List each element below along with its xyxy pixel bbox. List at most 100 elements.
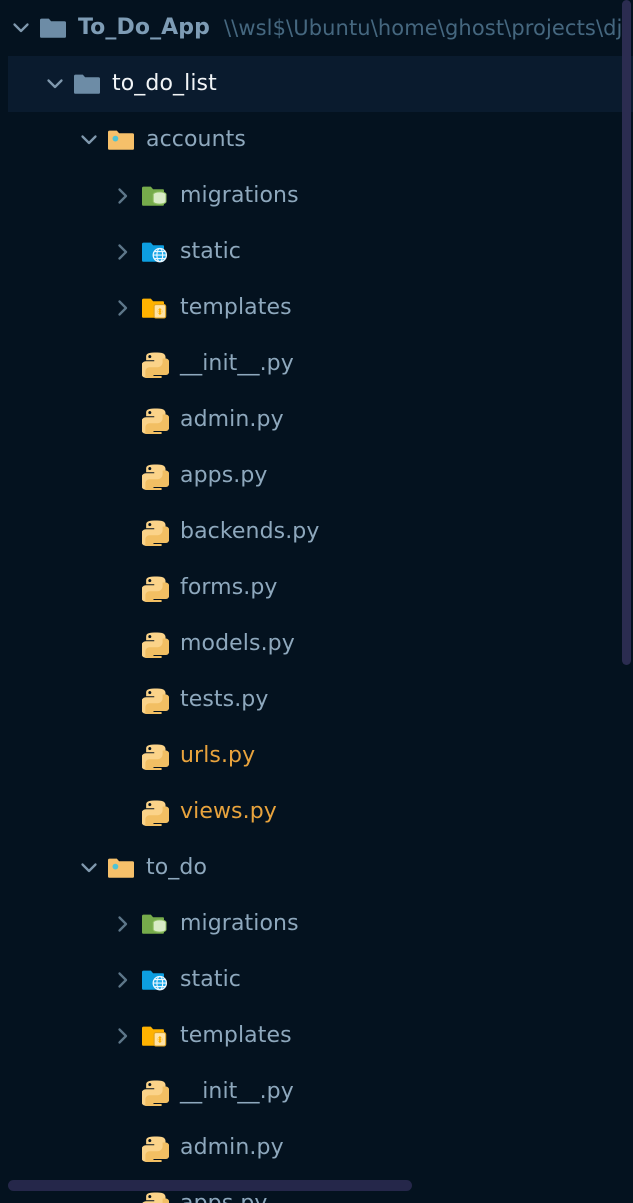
tree-row[interactable]: to_do_list: [0, 56, 633, 112]
tree-row-label: models.py: [180, 631, 295, 656]
project-tree[interactable]: To_Do_App \\wsl$\Ubuntu\home\ghost\projec…: [0, 0, 633, 1203]
tree-row-label: static: [180, 239, 242, 264]
chevron-right-icon[interactable]: [108, 168, 138, 224]
tree-row-label: to_do_list: [112, 71, 217, 96]
folder-module-icon: [70, 56, 104, 112]
chevron-down-icon[interactable]: [40, 56, 70, 112]
chevron-right-icon[interactable]: [108, 896, 138, 952]
chevron-right-icon: [118, 972, 128, 988]
tree-row-label: to_do: [146, 855, 208, 880]
chevron-right-icon: [118, 244, 128, 260]
tree-row[interactable]: static: [0, 224, 633, 280]
tree-row[interactable]: To_Do_App \\wsl$\Ubuntu\home\ghost\projec…: [0, 0, 633, 56]
tree-row-content: templates: [108, 280, 292, 336]
tree-row-content: tests.py: [108, 672, 269, 728]
tree-row[interactable]: migrations: [0, 168, 633, 224]
python-file-icon: [138, 1064, 172, 1120]
tree-row-content: migrations: [108, 896, 299, 952]
tree-row[interactable]: __init__.py: [0, 336, 633, 392]
folder-django-app-icon: [104, 840, 138, 896]
tree-row-label: admin.py: [180, 1135, 284, 1160]
chevron-down-icon[interactable]: [74, 112, 104, 168]
tree-row-label: templates: [180, 295, 292, 320]
folder-module-icon: [36, 0, 70, 56]
tree-row-label: __init__.py: [180, 1079, 294, 1104]
tree-row[interactable]: apps.py: [0, 448, 633, 504]
tree-row[interactable]: templates: [0, 280, 633, 336]
chevron-down-icon[interactable]: [74, 840, 104, 896]
chevron-right-icon[interactable]: [108, 952, 138, 1008]
chevron-right-icon[interactable]: [108, 280, 138, 336]
python-file-icon: [138, 392, 172, 448]
vertical-scrollbar[interactable]: [622, 0, 631, 665]
python-file-icon: [138, 504, 172, 560]
tree-row[interactable]: views.py: [0, 784, 633, 840]
tree-row-label: backends.py: [180, 519, 320, 544]
tree-row-content: __init__.py: [108, 1064, 294, 1120]
folder-templates-icon: [138, 1008, 172, 1064]
chevron-right-icon: [118, 1028, 128, 1044]
tree-row-content: static: [108, 952, 241, 1008]
tree-row-content: apps.py: [108, 448, 268, 504]
tree-row-label: admin.py: [180, 407, 284, 432]
tree-row[interactable]: tests.py: [0, 672, 633, 728]
chevron-right-icon[interactable]: [108, 1008, 138, 1064]
tree-row[interactable]: templates: [0, 1008, 633, 1064]
tree-row-label: To_Do_App: [78, 15, 210, 40]
tree-row[interactable]: forms.py: [0, 560, 633, 616]
tree-row-label: templates: [180, 1023, 292, 1048]
tree-row-label: forms.py: [180, 575, 278, 600]
tree-row-content: accounts: [74, 112, 246, 168]
tree-row-label: migrations: [180, 183, 299, 208]
python-file-icon: [138, 616, 172, 672]
tree-row-label: apps.py: [180, 463, 268, 488]
tree-row[interactable]: urls.py: [0, 728, 633, 784]
folder-migrations-icon: [138, 896, 172, 952]
chevron-down-icon[interactable]: [6, 0, 36, 56]
project-path-text: \\wsl$\Ubuntu\home\ghost\projects\dj: [224, 16, 623, 40]
chevron-right-icon[interactable]: [108, 224, 138, 280]
folder-migrations-icon: [138, 168, 172, 224]
python-file-icon: [138, 784, 172, 840]
tree-row[interactable]: to_do: [0, 840, 633, 896]
python-file-icon: [138, 448, 172, 504]
tree-row[interactable]: accounts: [0, 112, 633, 168]
tree-row[interactable]: admin.py: [0, 1120, 633, 1176]
chevron-down-icon: [13, 23, 29, 33]
tree-row-label: views.py: [180, 799, 277, 824]
tree-row-label: migrations: [180, 911, 299, 936]
tree-row[interactable]: __init__.py: [0, 1064, 633, 1120]
tree-row-content: To_Do_App \\wsl$\Ubuntu\home\ghost\projec…: [6, 0, 623, 56]
folder-templates-icon: [138, 280, 172, 336]
python-file-icon: [138, 336, 172, 392]
tree-row-content: __init__.py: [108, 336, 294, 392]
tree-row[interactable]: migrations: [0, 896, 633, 952]
chevron-down-icon: [47, 79, 63, 89]
tree-row[interactable]: static: [0, 952, 633, 1008]
chevron-right-icon: [118, 300, 128, 316]
tree-row-content: migrations: [108, 168, 299, 224]
chevron-right-icon: [118, 916, 128, 932]
tree-row-content: admin.py: [108, 1120, 284, 1176]
tree-row-content: admin.py: [108, 392, 284, 448]
tree-row-label: accounts: [146, 127, 246, 152]
python-file-icon: [138, 560, 172, 616]
tree-row[interactable]: models.py: [0, 616, 633, 672]
python-file-icon: [138, 728, 172, 784]
tree-row-label: static: [180, 967, 242, 992]
tree-row-content: to_do_list: [40, 56, 217, 112]
tree-row-label: __init__.py: [180, 351, 294, 376]
tree-row[interactable]: backends.py: [0, 504, 633, 560]
tree-row[interactable]: admin.py: [0, 392, 633, 448]
horizontal-scrollbar[interactable]: [8, 1180, 412, 1191]
python-file-icon: [138, 1120, 172, 1176]
folder-static-icon: [138, 224, 172, 280]
